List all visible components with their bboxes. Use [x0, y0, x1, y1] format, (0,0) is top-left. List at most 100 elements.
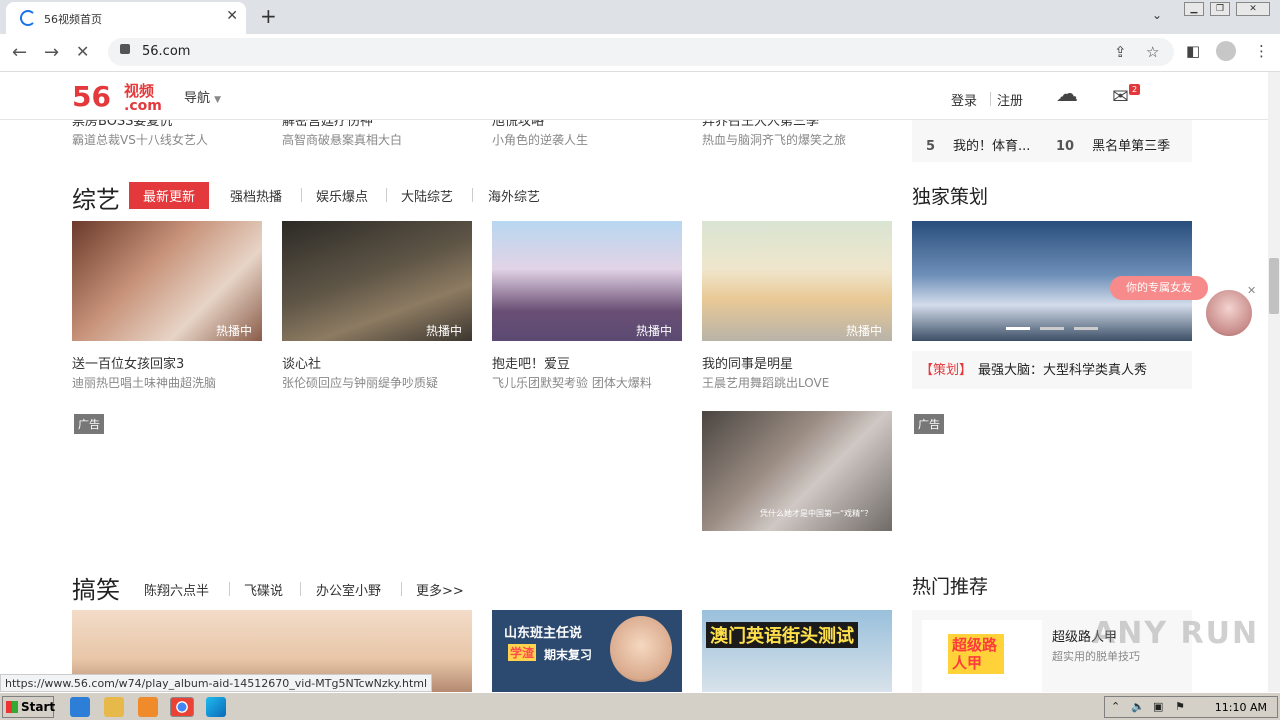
login-link[interactable]: 登录 [951, 90, 977, 109]
hot-badge: 热播中 [635, 324, 672, 338]
minimize-button[interactable]: ▁ [1184, 2, 1204, 16]
site-logo[interactable]: 56 视频 .com [72, 80, 162, 114]
forward-icon[interactable]: → [44, 42, 59, 63]
page-scrollbar[interactable] [1268, 72, 1280, 692]
thumb-text: 期末复习 [544, 648, 593, 662]
divider [386, 188, 387, 202]
strip-sub: 高智商破悬案真相大白 [282, 133, 403, 147]
thumb-text: 澳门英语街头测试 [706, 622, 858, 648]
chrome-icon[interactable] [170, 697, 194, 717]
video-thumbnail[interactable]: 澳门英语街头测试 [702, 610, 892, 692]
tab-close-icon[interactable]: ✕ [226, 8, 238, 24]
page-content: 56 视频 .com 导航 ▼ 登录 注册 ☁ ✉ 2 票房BOSS要复仇 霸道… [0, 72, 1268, 692]
tab-overseas[interactable]: 海外综艺 [488, 186, 540, 205]
video-title[interactable]: 我的同事是明星 [702, 353, 793, 372]
edge-icon[interactable] [206, 697, 226, 717]
video-sub: 王晨艺用舞蹈跳出LOVE [702, 376, 830, 390]
video-sub: 迪丽热巴唱土味神曲超洗脑 [72, 376, 217, 390]
restore-button[interactable]: ❐ [1210, 2, 1230, 16]
scrollbar-thumb[interactable] [1269, 258, 1279, 314]
video-title[interactable]: 抱走吧！爱豆 [492, 353, 570, 372]
section-title-hot: 热门推荐 [912, 576, 989, 598]
watermark: ANY RUN [1092, 616, 1260, 651]
section-title-variety: 综艺 [72, 186, 120, 214]
lock-icon [120, 44, 130, 54]
register-link[interactable]: 注册 [997, 90, 1023, 109]
mail-icon[interactable]: ✉ [1112, 84, 1129, 108]
ad-caption: 凭什么她才是中国第一“戏精”？ [760, 509, 873, 518]
hot-badge: 热播中 [845, 324, 882, 338]
ad-image[interactable]: 凭什么她才是中国第一“戏精”？ [702, 411, 892, 531]
link-status-bubble: https://www.56.com/w74/play_album-aid-14… [0, 674, 433, 692]
rank-number: 10 [1056, 139, 1075, 154]
address-bar[interactable]: 56.com ⇪ ☆ [108, 38, 1174, 66]
start-button[interactable]: Start [2, 696, 55, 718]
hot-item-logo: 超级路人甲 [948, 634, 1004, 674]
stop-loading-icon[interactable]: ✕ [76, 42, 89, 61]
tray-chevron-icon[interactable]: ⌃ [1111, 700, 1120, 713]
exclusive-headline: 最强大脑：大型科学类真人秀 [978, 363, 1148, 378]
loading-spinner-icon [20, 10, 36, 26]
tab-comedy-1[interactable]: 陈翔六点半 [144, 580, 209, 599]
video-thumbnail[interactable]: 山东班主任说 学渣 期末复习 [492, 610, 682, 692]
ad-label: 广告 [74, 414, 104, 434]
rank-item[interactable]: 5 我的！体育... [926, 135, 1030, 154]
clock[interactable]: 11:10 AM [1215, 701, 1267, 714]
tab-latest[interactable]: 最新更新 [129, 182, 210, 209]
tab-strip: 56视频首页 ✕ + ⌄ ▁ ❐ ✕ [0, 0, 1280, 34]
divider [229, 582, 230, 596]
tab-entertainment[interactable]: 娱乐爆点 [316, 186, 368, 205]
back-icon[interactable]: ← [12, 42, 27, 63]
divider [401, 582, 402, 596]
hot-item-thumb: 超级路人甲 [922, 620, 1042, 692]
new-tab-icon[interactable]: + [260, 4, 277, 28]
share-icon[interactable]: ⇪ [1114, 43, 1127, 61]
divider [990, 92, 991, 106]
tab-title: 56视频首页 [44, 13, 102, 26]
caret-down-icon: ▼ [214, 95, 222, 105]
video-thumbnail[interactable]: 热播中 [282, 221, 472, 341]
rank-box: 5 我的！体育... 10 黑名单第三季 [912, 120, 1192, 162]
close-window-button[interactable]: ✕ [1236, 2, 1270, 16]
rank-item[interactable]: 10 黑名单第三季 [1056, 135, 1170, 154]
network-icon[interactable]: ▣ [1153, 700, 1163, 713]
tab-search-chevron-icon[interactable]: ⌄ [1152, 8, 1162, 22]
tab-comedy-2[interactable]: 飞碟说 [244, 580, 283, 599]
media-player-icon[interactable] [138, 697, 158, 717]
video-title[interactable]: 谈心社 [282, 353, 321, 372]
rank-number: 5 [926, 139, 936, 154]
tab-comedy-3[interactable]: 办公室小野 [316, 580, 381, 599]
exclusive-caption-box[interactable]: 【策划】 最强大脑：大型科学类真人秀 [912, 351, 1192, 389]
logo-main: 56 [72, 80, 111, 113]
strip-sub: 霸道总裁VS十八线女艺人 [72, 133, 208, 147]
browser-tab[interactable]: 56视频首页 ✕ [6, 2, 246, 34]
hot-badge: 热播中 [425, 324, 462, 338]
tab-hot[interactable]: 强档热播 [230, 186, 282, 205]
video-thumbnail[interactable]: 热播中 [702, 221, 892, 341]
menu-kebab-icon[interactable]: ⋮ [1254, 42, 1269, 60]
browser-toolbar: ← → ✕ 56.com ⇪ ☆ ◧ ⋮ [0, 34, 1280, 72]
site-header: 56 视频 .com 导航 ▼ 登录 注册 ☁ ✉ 2 [0, 72, 1268, 120]
profile-avatar-icon[interactable] [1216, 41, 1236, 61]
tab-mainland[interactable]: 大陆综艺 [401, 186, 453, 205]
strip-sub: 小角色的逆袭人生 [492, 133, 589, 147]
volume-icon[interactable]: 🔈 [1131, 700, 1145, 713]
video-thumbnail[interactable]: 热播中 [492, 221, 682, 341]
tab-comedy-more[interactable]: 更多>> [416, 580, 464, 599]
upload-cloud-icon[interactable]: ☁ [1056, 82, 1078, 107]
video-title[interactable]: 送一百位女孩回家3 [72, 353, 184, 372]
carousel-dot[interactable] [1040, 327, 1064, 330]
ie-icon[interactable] [70, 697, 90, 717]
carousel-dot[interactable] [1074, 327, 1098, 330]
carousel-dot[interactable] [1006, 327, 1030, 330]
exclusive-tag: 【策划】 [920, 363, 973, 378]
video-thumbnail[interactable]: 热播中 [72, 221, 262, 341]
flag-icon[interactable]: ⚑ [1175, 700, 1185, 713]
bookmark-star-icon[interactable]: ☆ [1146, 43, 1159, 61]
float-ad-label[interactable]: 你的专属女友 [1110, 276, 1208, 300]
nav-dropdown[interactable]: 导航 ▼ [184, 87, 221, 106]
address-url[interactable]: 56.com [142, 44, 190, 59]
explorer-icon[interactable] [104, 697, 124, 717]
float-ad-close-icon[interactable]: ✕ [1247, 284, 1256, 297]
side-panel-icon[interactable]: ◧ [1186, 42, 1200, 60]
